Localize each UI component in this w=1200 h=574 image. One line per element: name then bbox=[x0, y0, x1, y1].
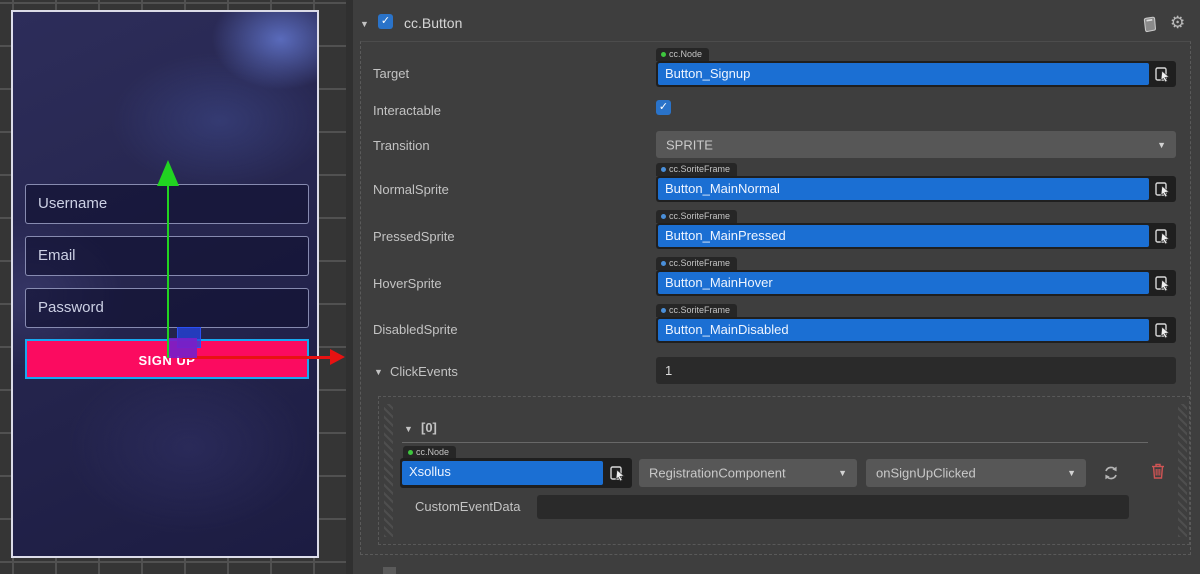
pressed-sprite-picker-icon[interactable] bbox=[1154, 227, 1172, 245]
hover-sprite-picker-icon[interactable] bbox=[1154, 274, 1172, 292]
pressed-sprite-type-tag: cc.SoriteFrame bbox=[656, 210, 737, 223]
app-window: Username Email Password SIGN UP ▼ ✓ cc.B… bbox=[0, 0, 1200, 574]
custom-event-data-label: CustomEventData bbox=[415, 499, 521, 514]
hover-sprite-label: HoverSprite bbox=[373, 276, 442, 291]
gizmo-y-axis-line[interactable] bbox=[167, 174, 169, 358]
event-node-asset-field[interactable]: Xsollus bbox=[400, 458, 632, 488]
gizmo-y-axis-arrow-icon[interactable] bbox=[157, 160, 179, 186]
chevron-down-icon: ▼ bbox=[1157, 140, 1166, 150]
hover-sprite-value[interactable]: Button_MainHover bbox=[658, 272, 1149, 294]
normal-sprite-label: NormalSprite bbox=[373, 182, 449, 197]
gizmo-plane-handle[interactable] bbox=[169, 338, 197, 358]
click-events-count-input[interactable]: 1 bbox=[656, 357, 1176, 384]
event-handler-value: onSignUpClicked bbox=[876, 466, 976, 481]
disabled-sprite-label: DisabledSprite bbox=[373, 322, 458, 337]
target-picker-icon[interactable] bbox=[1154, 65, 1172, 83]
disabled-sprite-value[interactable]: Button_MainDisabled bbox=[658, 319, 1149, 341]
disabled-sprite-picker-icon[interactable] bbox=[1154, 321, 1172, 339]
pressed-sprite-asset-field[interactable]: Button_MainPressed bbox=[656, 223, 1176, 249]
pressed-sprite-value[interactable]: Button_MainPressed bbox=[658, 225, 1149, 247]
next-component-stub bbox=[383, 567, 396, 574]
group-hatch-left bbox=[384, 404, 393, 537]
chevron-down-icon: ▼ bbox=[1067, 468, 1076, 478]
component-title: cc.Button bbox=[404, 15, 462, 31]
interactable-checkbox[interactable]: ✓ bbox=[656, 100, 671, 115]
event-node-value[interactable]: Xsollus bbox=[402, 461, 603, 485]
manual-book-icon[interactable] bbox=[1141, 16, 1158, 33]
event-node-picker-icon[interactable] bbox=[609, 464, 627, 482]
spriteframe-type-dot-icon bbox=[661, 167, 666, 172]
settings-gear-icon[interactable]: ⚙ bbox=[1170, 13, 1187, 30]
event-handler-dropdown[interactable]: onSignUpClicked ▼ bbox=[866, 459, 1086, 487]
normal-sprite-value[interactable]: Button_MainNormal bbox=[658, 178, 1149, 200]
event-component-dropdown[interactable]: RegistrationComponent ▼ bbox=[639, 459, 857, 487]
normal-sprite-picker-icon[interactable] bbox=[1154, 180, 1172, 198]
disabled-sprite-asset-field[interactable]: Button_MainDisabled bbox=[656, 317, 1176, 343]
spriteframe-type-dot-icon bbox=[661, 261, 666, 266]
transition-value: SPRITE bbox=[666, 137, 713, 152]
interactable-label: Interactable bbox=[373, 103, 441, 118]
component-collapse-icon[interactable]: ▼ bbox=[360, 19, 369, 29]
click-events-collapse-icon[interactable]: ▼ bbox=[374, 367, 383, 377]
custom-event-data-input[interactable] bbox=[537, 495, 1129, 519]
target-label: Target bbox=[373, 66, 409, 81]
target-type-tag: cc.Node bbox=[656, 48, 709, 61]
node-type-dot-icon bbox=[408, 450, 413, 455]
click-events-label: ClickEvents bbox=[390, 364, 458, 379]
transition-dropdown[interactable]: SPRITE ▼ bbox=[656, 131, 1176, 158]
chevron-down-icon: ▼ bbox=[838, 468, 847, 478]
transition-label: Transition bbox=[373, 138, 430, 153]
event-0-collapse-icon[interactable]: ▼ bbox=[404, 424, 413, 434]
disabled-sprite-type-tag: cc.SoriteFrame bbox=[656, 304, 737, 317]
delete-trash-icon[interactable] bbox=[1150, 462, 1168, 480]
target-value[interactable]: Button_Signup bbox=[658, 63, 1149, 85]
component-enabled-checkbox[interactable]: ✓ bbox=[378, 14, 393, 29]
event-0-index-label: [0] bbox=[421, 420, 437, 435]
target-asset-field[interactable]: Button_Signup bbox=[656, 61, 1176, 87]
event-0-separator bbox=[402, 442, 1148, 443]
design-canvas[interactable]: Username Email Password SIGN UP bbox=[11, 10, 319, 558]
hover-sprite-asset-field[interactable]: Button_MainHover bbox=[656, 270, 1176, 296]
email-placeholder: Email bbox=[38, 247, 76, 264]
event-component-value: RegistrationComponent bbox=[649, 466, 786, 481]
spriteframe-type-dot-icon bbox=[661, 308, 666, 313]
normal-sprite-type-tag: cc.SoriteFrame bbox=[656, 163, 737, 176]
spriteframe-type-dot-icon bbox=[661, 214, 666, 219]
gizmo-x-axis-line[interactable] bbox=[182, 356, 330, 359]
hover-sprite-type-tag: cc.SoriteFrame bbox=[656, 257, 737, 270]
normal-sprite-asset-field[interactable]: Button_MainNormal bbox=[656, 176, 1176, 202]
inspector-panel: ▼ ✓ cc.Button ⚙ Target cc.Node Button_Si… bbox=[353, 0, 1200, 574]
group-hatch-right bbox=[1178, 404, 1187, 537]
scene-view[interactable]: Username Email Password SIGN UP bbox=[0, 0, 346, 574]
pressed-sprite-label: PressedSprite bbox=[373, 229, 455, 244]
username-placeholder: Username bbox=[38, 195, 107, 212]
password-placeholder: Password bbox=[38, 299, 104, 316]
gizmo-x-axis-arrow-icon[interactable] bbox=[330, 349, 345, 365]
refresh-icon[interactable] bbox=[1102, 464, 1120, 482]
node-type-dot-icon bbox=[661, 52, 666, 57]
